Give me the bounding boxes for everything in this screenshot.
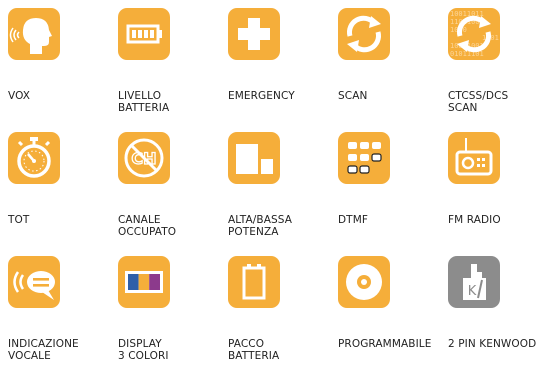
- feature-label: INDICAZIONE VOCALE: [8, 338, 116, 362]
- label-line: PROGRAMMABILE: [338, 338, 432, 350]
- label-line: 3 COLORI: [118, 350, 169, 362]
- feature-label: CTCSS/DCS SCAN: [448, 90, 548, 114]
- feature-vox: VOX: [8, 8, 118, 132]
- cd-disc-icon: [338, 256, 390, 308]
- feature-ctcss-dcs-scan: 10011011 11011001 1010 1001 10001001 010…: [448, 8, 548, 132]
- label-line: BATTERIA: [228, 350, 280, 362]
- feature-kenwood-pin: K 2 PIN KENWOOD: [448, 256, 548, 380]
- kenwood-pin-icon: K: [448, 256, 500, 308]
- label-line: VOX: [8, 90, 31, 102]
- label-line: SCAN: [448, 102, 478, 114]
- battery-level-icon: [118, 8, 170, 60]
- vox-head-icon: [8, 8, 60, 60]
- feature-label: FM RADIO: [448, 214, 548, 226]
- label-line: OCCUPATO: [118, 226, 177, 238]
- dtmf-keypad-icon: [338, 132, 390, 184]
- display-color-swatch: [149, 274, 160, 290]
- label-line: TOT: [8, 214, 30, 226]
- feature-emergency: EMERGENCY: [228, 8, 338, 132]
- stopwatch-icon: [8, 132, 60, 184]
- label-line: BATTERIA: [118, 102, 170, 114]
- label-line: CTCSS/DCS: [448, 90, 509, 102]
- feature-label: PROGRAMMABILE: [338, 338, 446, 350]
- label-line: VOCALE: [8, 350, 51, 362]
- label-line: LIVELLO: [118, 90, 162, 102]
- label-line: DISPLAY: [118, 338, 162, 350]
- label-line: INDICAZIONE: [8, 338, 79, 350]
- k-glyph: K: [468, 284, 477, 299]
- label-line: EMERGENCY: [228, 90, 295, 102]
- label-line: FM RADIO: [448, 214, 501, 226]
- feature-label: DTMF: [338, 214, 446, 226]
- feature-programmable: PROGRAMMABILE: [338, 256, 448, 380]
- label-line: 2 PIN KENWOOD: [448, 338, 537, 350]
- feature-scan: SCAN: [338, 8, 448, 132]
- emergency-cross-icon: [228, 8, 280, 60]
- label-line: DTMF: [338, 214, 368, 226]
- battery-pack-icon: [228, 256, 280, 308]
- label-line: CANALE: [118, 214, 161, 226]
- feature-label: 2 PIN KENWOOD: [448, 338, 548, 350]
- feature-label: ALTA/BASSA POTENZA: [228, 214, 336, 238]
- feature-label: EMERGENCY: [228, 90, 336, 102]
- three-color-display-icon: [118, 256, 170, 308]
- fm-radio-icon: [448, 132, 500, 184]
- feature-dtmf: DTMF: [338, 132, 448, 256]
- feature-label: DISPLAY 3 COLORI: [118, 338, 226, 362]
- feature-busy-channel: CH CANALE OCCUPATO: [118, 132, 228, 256]
- display-color-swatch: [138, 274, 150, 290]
- feature-battery-pack: PACCO BATTERIA: [228, 256, 338, 380]
- label-line: POTENZA: [228, 226, 279, 238]
- feature-fm-radio: FM RADIO: [448, 132, 548, 256]
- ctcss-dcs-scan-icon: 10011011 11011001 1010 1001 10001001 010…: [448, 8, 500, 60]
- feature-label: TOT: [8, 214, 116, 226]
- feature-label: CANALE OCCUPATO: [118, 214, 226, 238]
- display-color-swatch: [128, 274, 139, 290]
- feature-tot: TOT: [8, 132, 118, 256]
- feature-label: LIVELLO BATTERIA: [118, 90, 226, 114]
- label-line: PACCO: [228, 338, 265, 350]
- label-line: SCAN: [338, 90, 368, 102]
- feature-label: VOX: [8, 90, 116, 102]
- feature-three-color-display: DISPLAY 3 COLORI: [118, 256, 228, 380]
- scan-arrows-icon: [338, 8, 390, 60]
- feature-battery-level: LIVELLO BATTERIA: [118, 8, 228, 132]
- feature-label: PACCO BATTERIA: [228, 338, 336, 362]
- voice-prompt-icon: [8, 256, 60, 308]
- feature-voice-prompt: INDICAZIONE VOCALE: [8, 256, 118, 380]
- feature-label: SCAN: [338, 90, 446, 102]
- high-low-power-icon: [228, 132, 280, 184]
- label-line: ALTA/BASSA: [228, 214, 292, 226]
- feature-grid: VOX LIVELLO BATTERIA EMERGENCY SCAN 1001…: [8, 8, 548, 380]
- feature-high-low-power: ALTA/BASSA POTENZA: [228, 132, 338, 256]
- busy-channel-icon: CH: [118, 132, 170, 184]
